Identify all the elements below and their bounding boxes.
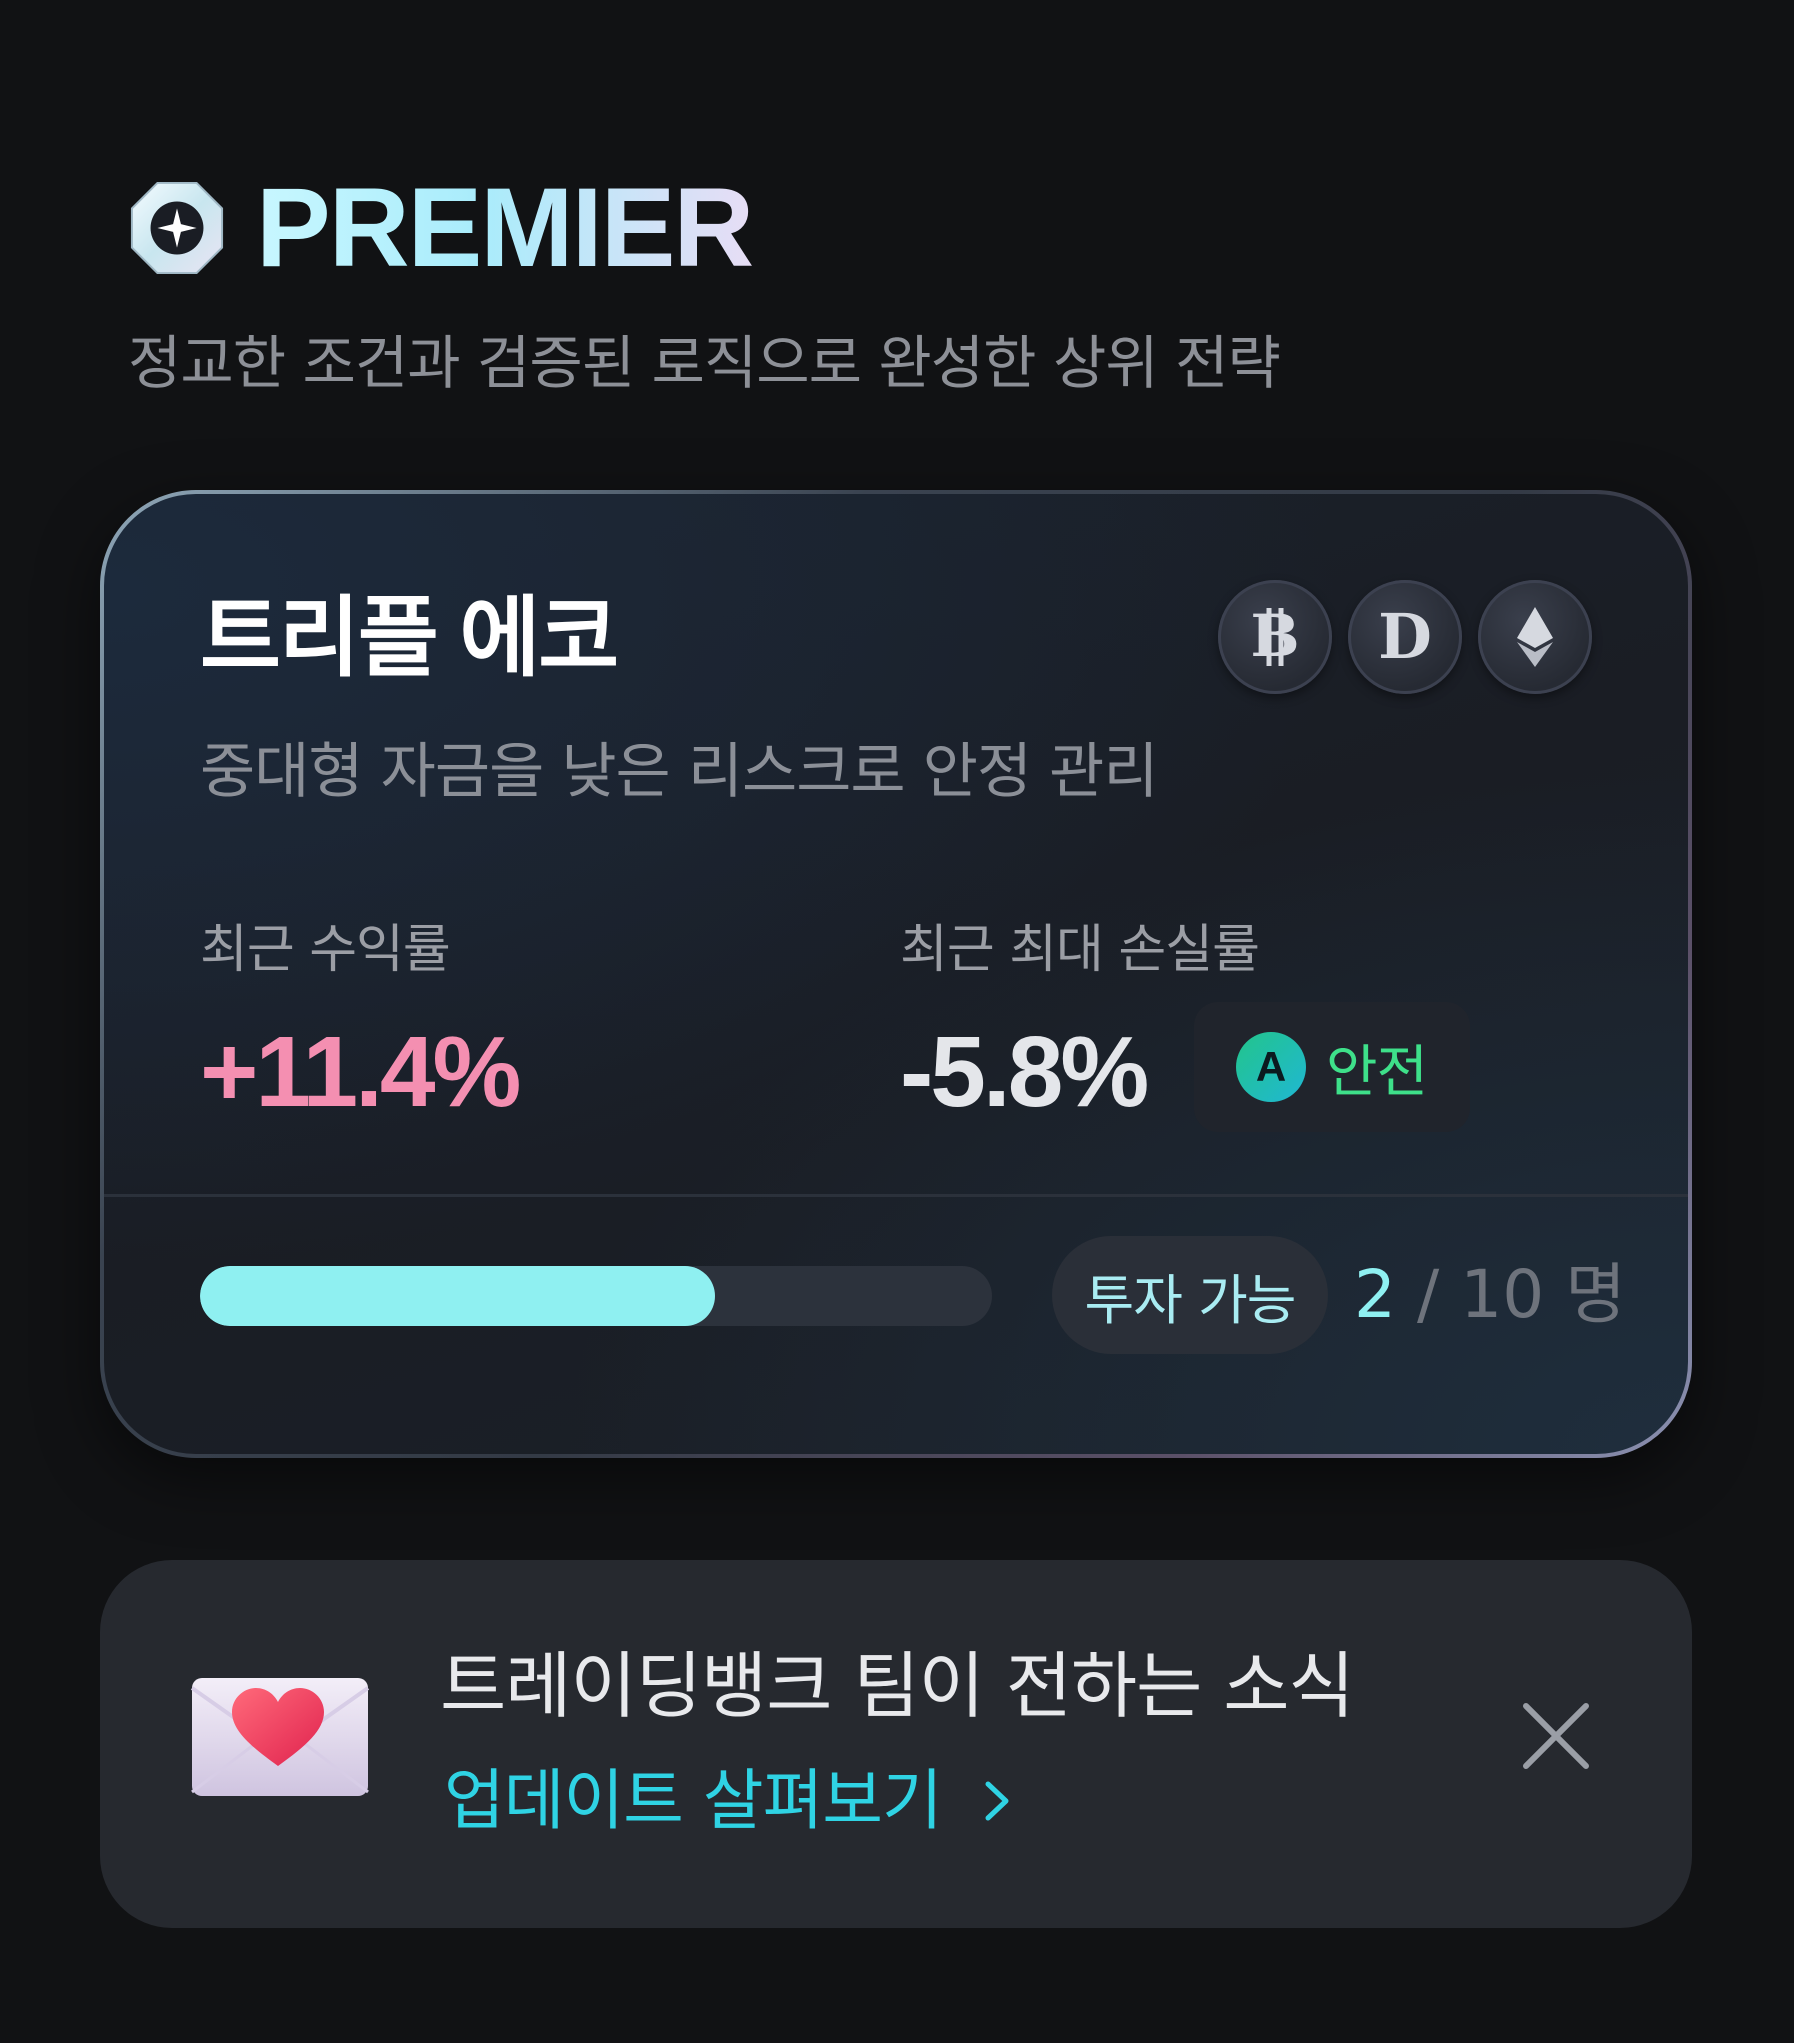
news-title: 트레이딩뱅크 팀이 전하는 소식 xyxy=(440,1644,1355,1728)
capacity-current: 2 xyxy=(1354,1256,1396,1333)
dogecoin-icon: D xyxy=(1348,580,1462,694)
safety-label: 안전 xyxy=(1326,1039,1428,1105)
capacity-separator: / xyxy=(1416,1256,1440,1333)
news-banner[interactable]: 트레이딩뱅크 팀이 전하는 소식 업데이트 살펴보기 xyxy=(100,1560,1692,1928)
close-button[interactable] xyxy=(1516,1696,1596,1776)
section-tagline: 정교한 조건과 검증된 로직으로 완성한 상위 전략 xyxy=(128,329,1281,397)
strategy-card[interactable]: 트리플 에코 B D 중대형 자금을 낮은 리스크로 안정 관리 최근 수익률 xyxy=(100,490,1692,1458)
bitcoin-icon: B xyxy=(1218,580,1332,694)
update-link[interactable]: 업데이트 살펴보기 xyxy=(444,1768,1012,1834)
strategy-card-body: 트리플 에코 B D 중대형 자금을 낮은 리스크로 안정 관리 최근 수익률 xyxy=(104,494,1688,1454)
card-divider xyxy=(104,1194,1688,1197)
capacity-unit: 명 xyxy=(1565,1256,1626,1333)
max-loss-value: -5.8% xyxy=(900,1016,1149,1128)
dogecoin-symbol: D xyxy=(1378,600,1432,673)
coin-list: B D xyxy=(1202,580,1592,694)
recent-return-label: 최근 수익률 xyxy=(200,920,451,980)
chevron-right-icon xyxy=(985,1781,1009,1821)
premier-badge-icon xyxy=(128,179,226,277)
recent-return-value: +11.4% xyxy=(200,1016,521,1128)
brand-name: PREMIER xyxy=(256,165,754,290)
ethereum-icon xyxy=(1478,580,1592,694)
brand-row: PREMIER xyxy=(128,172,1528,284)
strategy-description: 중대형 자금을 낮은 리스크로 안정 관리 xyxy=(200,737,1159,807)
update-link-label: 업데이트 살펴보기 xyxy=(444,1762,943,1839)
safety-badge: A 안전 xyxy=(1194,1002,1470,1132)
availability-chip: 투자 가능 xyxy=(1052,1236,1328,1354)
strategy-title: 트리플 에코 xyxy=(200,588,619,687)
capacity-total: 10 xyxy=(1460,1256,1545,1333)
max-loss-label: 최근 최대 손실률 xyxy=(900,920,1260,980)
capacity-count: 2 / 10 명 xyxy=(1354,1250,1626,1340)
capacity-progress-bar xyxy=(200,1266,992,1326)
close-icon[interactable] xyxy=(1516,1696,1596,1776)
premier-header: PREMIER 정교한 조건과 검증된 로직으로 완성한 상위 전략 xyxy=(128,172,1528,397)
grade-a-icon: A xyxy=(1236,1032,1306,1102)
bitcoin-symbol: B xyxy=(1250,606,1299,668)
capacity-progress-fill xyxy=(200,1266,715,1326)
love-letter-icon xyxy=(190,1670,370,1800)
